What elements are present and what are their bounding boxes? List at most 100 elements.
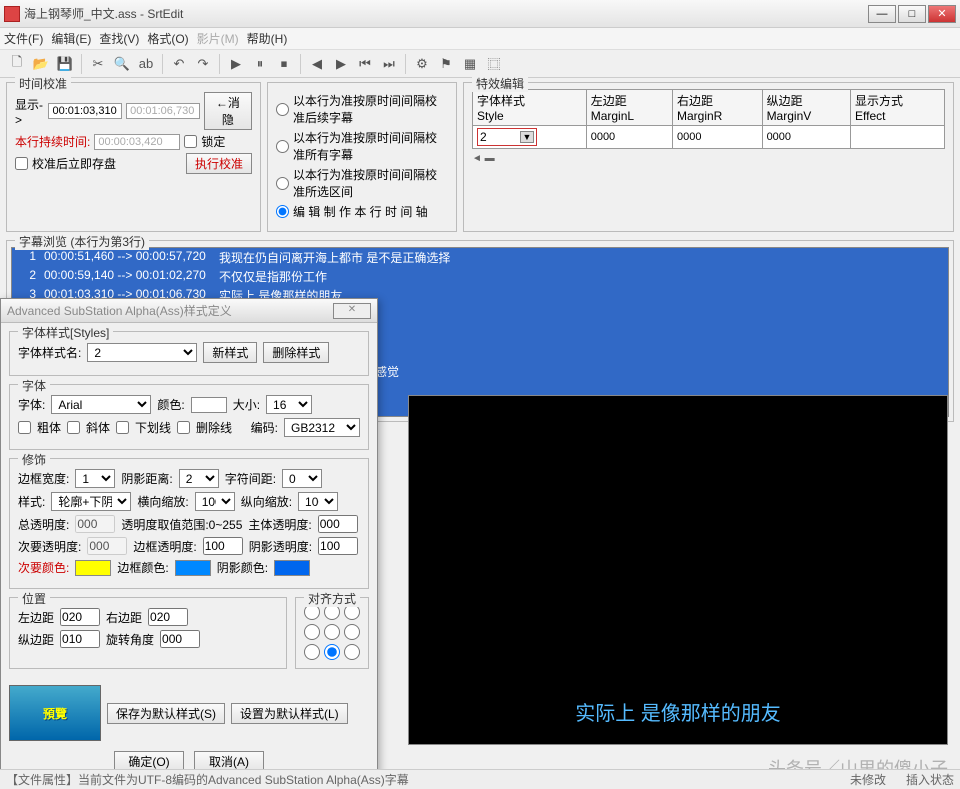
ffwd-icon[interactable]: ⏭ [378, 53, 400, 75]
cut-icon[interactable]: ✂ [87, 53, 109, 75]
pause-icon[interactable]: ⏸ [249, 53, 271, 75]
bold-checkbox[interactable] [18, 421, 31, 434]
menu-edit[interactable]: 编辑(E) [51, 30, 91, 47]
style-dropdown[interactable]: 2▼ [477, 128, 537, 146]
new-style-button[interactable]: 新样式 [203, 342, 257, 363]
vscale-select[interactable]: 100 [298, 492, 338, 511]
total-op-input [75, 515, 115, 533]
underline-checkbox[interactable] [116, 421, 129, 434]
shadow-dist-select[interactable]: 2 [179, 469, 219, 488]
radio-mode1[interactable]: 以本行为准按原时间间隔校准后续字幕 [276, 92, 448, 126]
hscale-select[interactable]: 100 [195, 492, 235, 511]
secondary-color-swatch[interactable] [75, 560, 111, 576]
replace-icon[interactable]: ab [135, 53, 157, 75]
main-op-input[interactable] [318, 515, 358, 533]
set-default-button[interactable]: 设置为默认样式(L) [231, 703, 348, 724]
encoding-select[interactable]: GB2312 [284, 418, 360, 437]
undo-icon[interactable]: ↶ [168, 53, 190, 75]
maximize-button[interactable]: □ [898, 5, 926, 23]
menu-help[interactable]: 帮助(H) [247, 30, 288, 47]
show-label: 显示-> [15, 96, 44, 127]
close-button[interactable]: ✕ [928, 5, 956, 23]
sec-op-input [87, 537, 127, 555]
decoration-group: 修饰 边框宽度:1 阴影距离:2 字符间距:0 样式:轮廓+下阴影 横向缩放:1… [9, 458, 369, 589]
border-op-input[interactable] [203, 537, 243, 555]
effects-edit-group: 特效编辑 字体样式Style 左边距MarginL 右边距MarginR 纵边距… [463, 82, 954, 232]
style-name-select[interactable]: 2 [87, 343, 197, 362]
marginv-input[interactable] [60, 630, 100, 648]
size-select[interactable]: 16 [266, 395, 312, 414]
border-color-swatch[interactable] [175, 560, 211, 576]
menu-format[interactable]: 格式(O) [147, 30, 188, 47]
marginr-cell[interactable]: 0000 [672, 126, 762, 149]
preview-thumbnail: 預覽 [9, 685, 101, 741]
show-time-field[interactable]: 00:01:03,310 [48, 103, 122, 119]
radio-mode4[interactable]: 编 辑 制 作 本 行 时 间 轴 [276, 203, 448, 220]
effects-table: 字体样式Style 左边距MarginL 右边距MarginR 纵边距Margi… [472, 89, 945, 149]
window-titlebar: 海上钢琴师_中文.ass - SrtEdit ― □ ✕ [0, 0, 960, 28]
stop-icon[interactable]: ⏹ [273, 53, 295, 75]
toolbar: 🗋 📂 💾 ✂ 🔍 ab ↶ ↷ ▶ ⏸ ⏹ ◀ ▶ ⏮ ⏭ ⚙ ⚑ ▦ ⿴ [0, 50, 960, 78]
menu-bar: 文件(F) 编辑(E) 查找(V) 格式(O) 影片(M) 帮助(H) [0, 28, 960, 50]
marginl-cell[interactable]: 0000 [586, 126, 672, 149]
list-item[interactable]: 100:00:51,460 --> 00:00:57,720我现在仍自问离开海上… [12, 248, 948, 267]
styles-group: 字体样式[Styles] 字体样式名: 2 新样式 删除样式 [9, 331, 369, 376]
char-spacing-select[interactable]: 0 [282, 469, 322, 488]
hide-time-field[interactable]: 00:01:06,730 [126, 103, 200, 119]
minimize-button[interactable]: ― [868, 5, 896, 23]
open-icon[interactable]: 📂 [30, 53, 52, 75]
tool3-icon[interactable]: ▦ [459, 53, 481, 75]
save-default-button[interactable]: 保存为默认样式(S) [107, 703, 225, 724]
italic-checkbox[interactable] [67, 421, 80, 434]
next-icon[interactable]: ▶ [330, 53, 352, 75]
window-title: 海上钢琴师_中文.ass - SrtEdit [24, 5, 183, 22]
play-icon[interactable]: ▶ [225, 53, 247, 75]
position-group: 位置 左边距 右边距 纵边距 旋转角度 [9, 597, 287, 669]
status-insert: 插入状态 [906, 771, 954, 788]
marginv-cell[interactable]: 0000 [762, 126, 850, 149]
save-icon[interactable]: 💾 [54, 53, 76, 75]
shadow-op-input[interactable] [318, 537, 358, 555]
marginr-input[interactable] [148, 608, 188, 626]
effect-cell[interactable] [851, 126, 945, 149]
prev-icon[interactable]: ◀ [306, 53, 328, 75]
tool4-icon[interactable]: ⿴ [483, 53, 505, 75]
font-group: 字体 字体: Arial 颜色: 大小: 16 粗体 斜体 下划线 删除线 编码… [9, 384, 369, 450]
list-item[interactable]: 200:00:59,140 --> 00:01:02,270不仅仅是指那份工作 [12, 267, 948, 286]
tool2-icon[interactable]: ⚑ [435, 53, 457, 75]
strike-checkbox[interactable] [177, 421, 190, 434]
rewind-icon[interactable]: ⏮ [354, 53, 376, 75]
dialog-close-button[interactable]: ✕ [333, 303, 371, 319]
font-select[interactable]: Arial [51, 395, 151, 414]
menu-file[interactable]: 文件(F) [4, 30, 43, 47]
exec-calibrate-button[interactable]: 执行校准 [186, 153, 252, 174]
lock-checkbox[interactable] [184, 135, 197, 148]
new-icon[interactable]: 🗋 [6, 53, 28, 75]
redo-icon[interactable]: ↷ [192, 53, 214, 75]
hide-button[interactable]: ←消隐 [204, 92, 252, 130]
menu-find[interactable]: 查找(V) [99, 30, 139, 47]
time-calibration-group: 时间校准 显示-> 00:01:03,310 00:01:06,730 ←消隐 … [6, 82, 261, 232]
rotation-input[interactable] [160, 630, 200, 648]
status-modified: 未修改 [850, 771, 886, 788]
shadow-color-swatch[interactable] [274, 560, 310, 576]
save-after-checkbox[interactable] [15, 157, 28, 170]
style-definition-dialog: Advanced SubStation Alpha(Ass)样式定义 ✕ 字体样… [0, 298, 378, 787]
video-preview: 实际上 是像那样的朋友 [408, 395, 948, 745]
timecal-title: 时间校准 [15, 75, 71, 92]
tool1-icon[interactable]: ⚙ [411, 53, 433, 75]
preview-subtitle: 实际上 是像那样的朋友 [409, 697, 947, 726]
find-icon[interactable]: 🔍 [111, 53, 133, 75]
radio-mode2[interactable]: 以本行为准按原时间间隔校准所有字幕 [276, 129, 448, 163]
calibrate-mode-group: 以本行为准按原时间间隔校准后续字幕 以本行为准按原时间间隔校准所有字幕 以本行为… [267, 82, 457, 232]
del-style-button[interactable]: 删除样式 [263, 342, 329, 363]
sublist-title: 字幕浏览 (本行为第3行) [15, 233, 149, 250]
alignment-grid[interactable] [304, 604, 360, 660]
primary-color-swatch[interactable] [191, 397, 227, 413]
marginl-input[interactable] [60, 608, 100, 626]
style-mode-select[interactable]: 轮廓+下阴影 [51, 492, 131, 511]
radio-mode3[interactable]: 以本行为准按原时间间隔校准所选区间 [276, 166, 448, 200]
dialog-titlebar: Advanced SubStation Alpha(Ass)样式定义 ✕ [1, 299, 377, 323]
border-width-select[interactable]: 1 [75, 469, 115, 488]
status-bar: 【文件属性】当前文件为UTF-8编码的Advanced SubStation A… [0, 769, 960, 789]
